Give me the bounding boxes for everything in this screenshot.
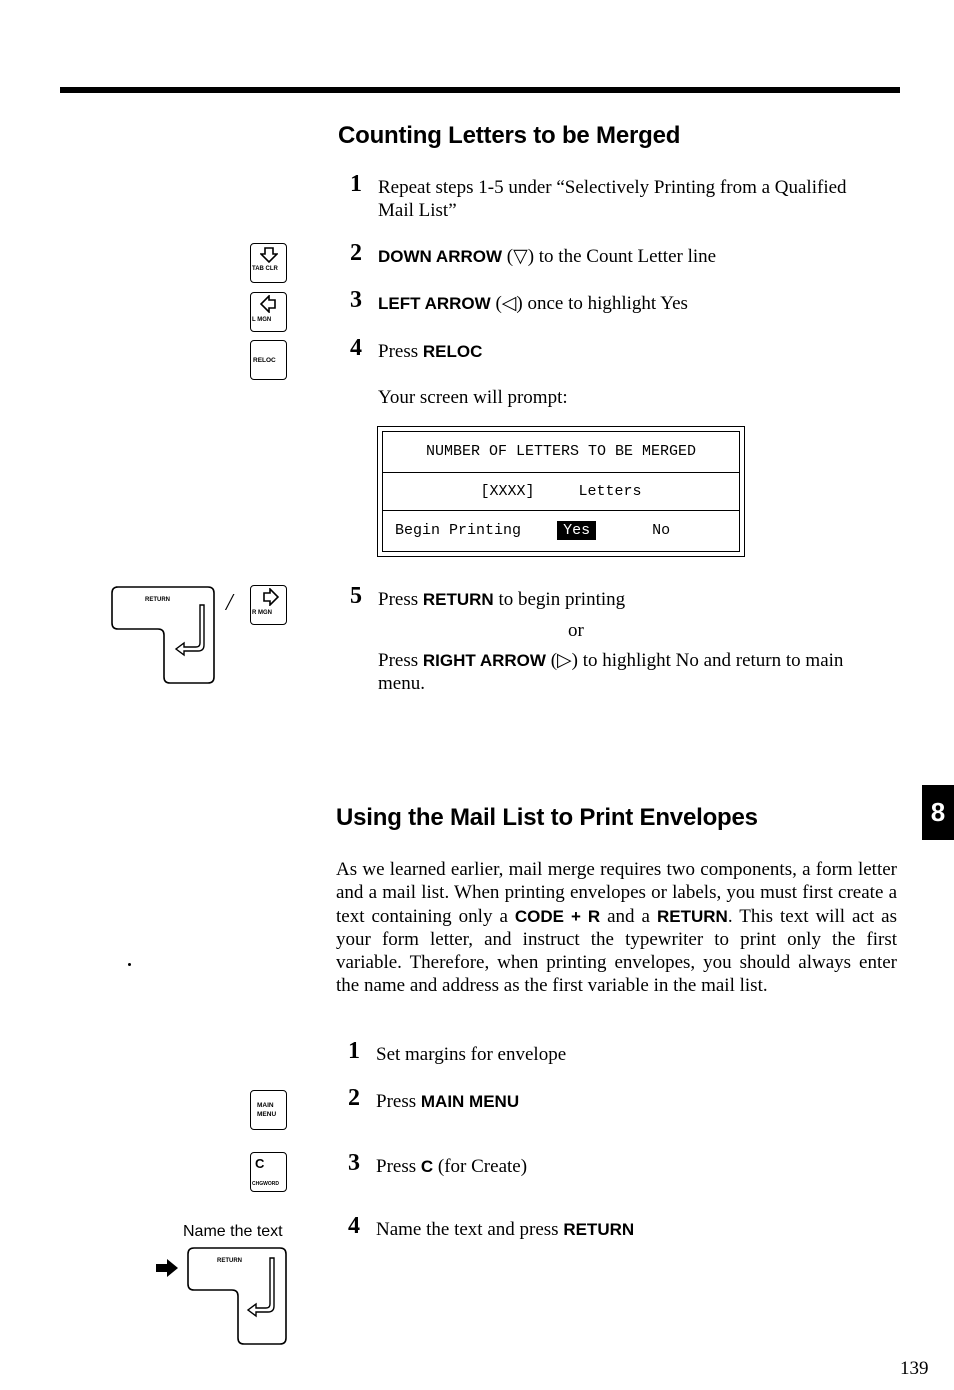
key-tab-clr-down-arrow: TAB CLR [250, 243, 287, 283]
key-name-main-menu: MAIN MENU [420, 1092, 520, 1111]
step-1-text-cont: Mail List” [378, 200, 457, 221]
name-the-text-label: Name the text [183, 1223, 283, 1240]
letter-count-placeholder: [XXXX] [480, 483, 535, 500]
header-rule [60, 87, 900, 93]
key-name-return-step4: RETURN [563, 1220, 635, 1239]
key-combo-code-r: CODE + R [514, 906, 601, 926]
key-name-right-arrow: RIGHT ARROW [422, 651, 546, 670]
key-reloc: RELOC [250, 340, 287, 380]
left-arrow-icon [260, 295, 276, 313]
key-l-mgn-left-arrow: L MGN [250, 292, 287, 332]
key-name-return-inline: RETURN [656, 906, 728, 926]
option-no[interactable]: No [652, 522, 670, 539]
down-arrow-icon [260, 247, 278, 263]
begin-printing-label: Begin Printing [395, 522, 522, 539]
key-name-down-arrow: DOWN ARROW [378, 247, 503, 266]
screen-line-title: NUMBER OF LETTERS TO BE MERGED [425, 443, 697, 460]
key-r-mgn-right-arrow: R MGN [250, 585, 287, 625]
screen-line-begin-printing: Begin Printing Yes No [383, 510, 739, 550]
screen-prompt: NUMBER OF LETTERS TO BE MERGED [XXXX] Le… [377, 426, 745, 557]
key-name-left-arrow: LEFT ARROW [378, 294, 491, 313]
key-name-return: RETURN [422, 590, 494, 609]
key-main-menu: MAIN MENU [250, 1090, 287, 1130]
or-separator: or [568, 620, 584, 641]
return-arrow-icon [174, 604, 205, 657]
key-c-chgword: C CHGWORD [250, 1152, 287, 1192]
return-arrow-icon [246, 1257, 275, 1318]
scan-speck [128, 963, 131, 966]
key-name-c: C [420, 1157, 434, 1176]
page-number: 139 [900, 1358, 929, 1379]
section-title-counting-letters: Counting Letters to be Merged [338, 122, 681, 149]
key-name-reloc: RELOC [422, 342, 483, 361]
key-return-label: RETURN [145, 597, 170, 603]
pointer-arrow-icon [156, 1259, 178, 1277]
right-arrow-icon [263, 588, 279, 606]
step-5-alternative: Press RIGHT ARROW (▷) to highlight No an… [378, 650, 844, 694]
option-yes-selected[interactable]: Yes [557, 521, 597, 540]
key-return-bottom-label: RETURN [217, 1258, 242, 1264]
section-title-print-envelopes: Using the Mail List to Print Envelopes [336, 804, 758, 831]
prompt-intro: Your screen will prompt: [378, 387, 568, 408]
screen-line-count: [XXXX] Letters [383, 472, 739, 511]
intro-paragraph: As we learned earlier, mail merge requir… [336, 859, 897, 997]
step-1-text: Repeat steps 1-5 under “Selectively Prin… [378, 177, 847, 198]
letters-label: Letters [578, 483, 642, 500]
or-slash: / [226, 590, 233, 616]
chapter-tab: 8 [922, 785, 954, 840]
